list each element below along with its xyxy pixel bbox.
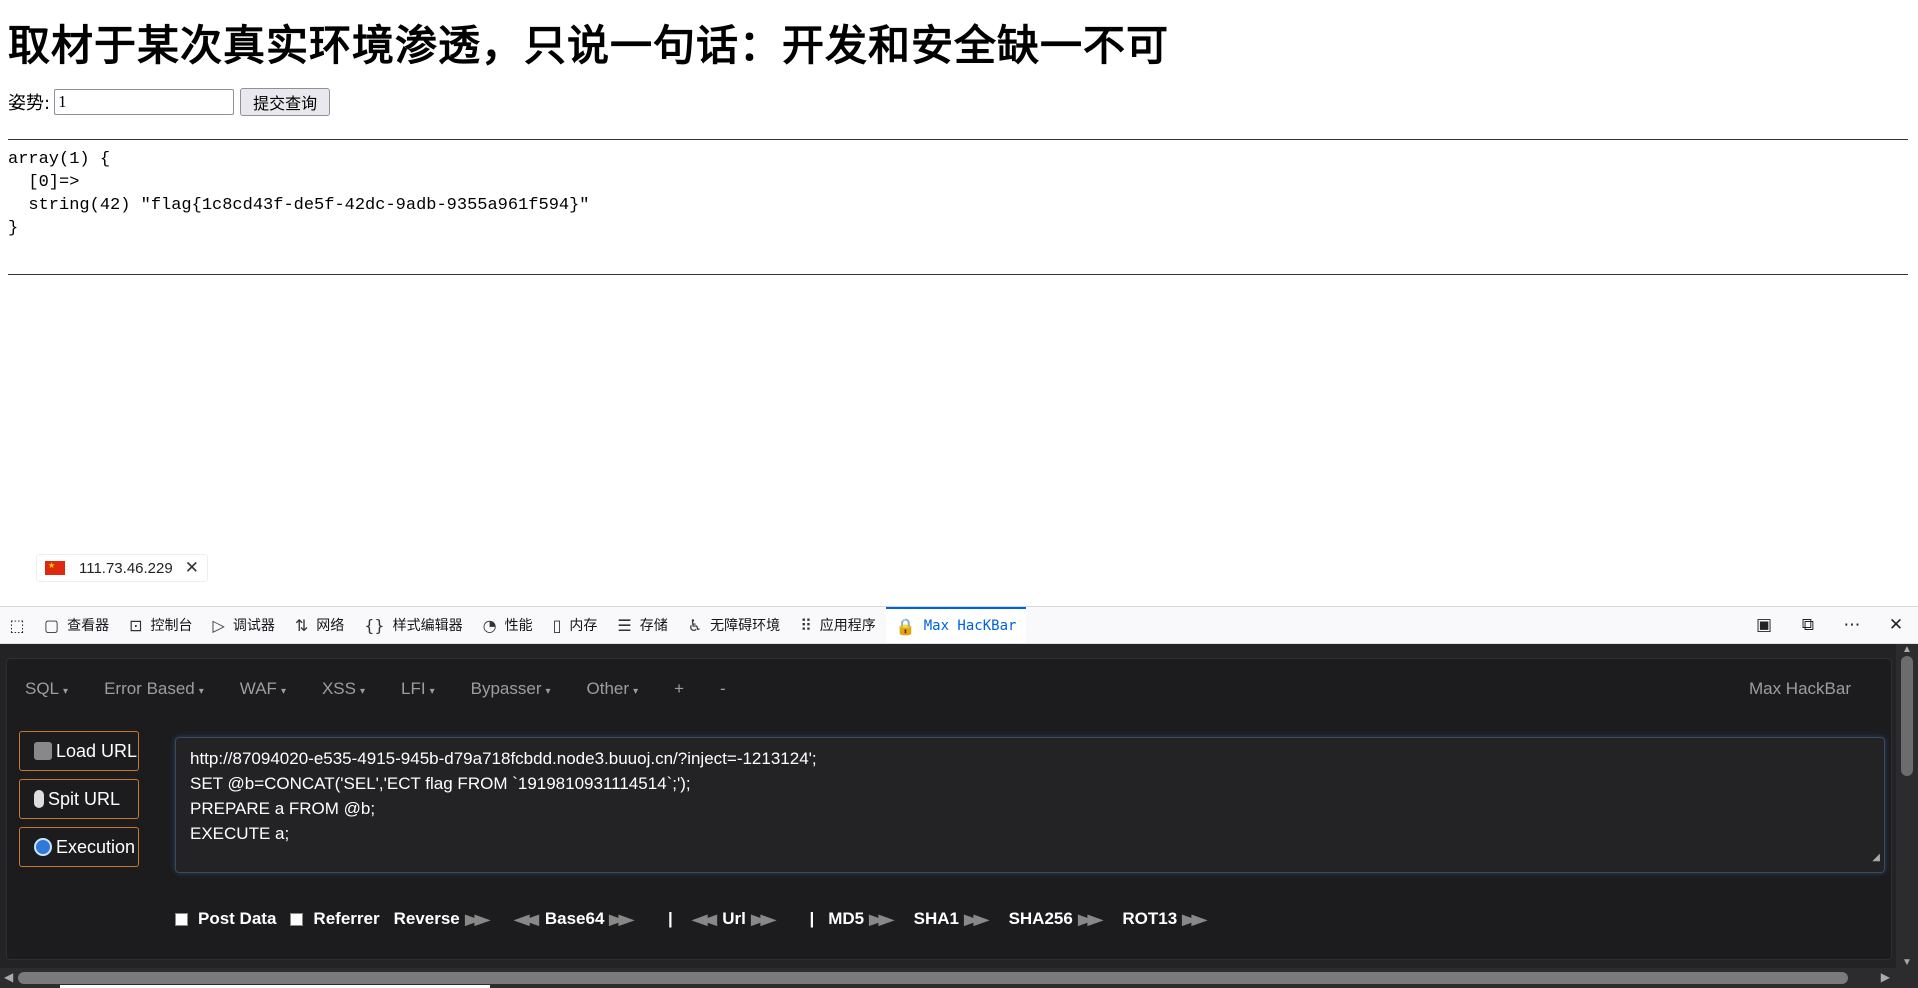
load-icon [34, 742, 52, 760]
md5-button[interactable]: MD5 ▶▶ [828, 909, 899, 929]
url-textarea[interactable]: http://87094020-e535-4915-945b-d79a718fc… [175, 737, 1885, 873]
execute-button[interactable]: Execution [19, 827, 139, 867]
arrow-left-icon[interactable]: ◀◀ [515, 911, 539, 928]
referrer-checkbox[interactable] [290, 912, 304, 926]
tab-performance[interactable]: ◔ 性能 [473, 607, 543, 643]
devtools-toolbar: ⬚ ▢ 查看器 ⊡ 控制台 ▷ 调试器 ⇅ 网络 {} 样式编辑器 ◔ 性能 ▯ 内存 ☰ 存储… [0, 606, 1918, 644]
debugger-icon: ▷ [212, 615, 225, 635]
tab-accessibility[interactable]: ♿ 无障碍环境 [678, 607, 790, 643]
arrow-right-icon: ▶▶ [465, 910, 489, 927]
divider-bottom [8, 274, 1908, 275]
devtools-controls: ▣ ⧉ ⋯ ✕ [1742, 615, 1918, 635]
network-icon: ⇅ [294, 615, 309, 635]
ip-address: 111.73.46.229 [79, 559, 173, 577]
memory-icon: ▯ [552, 615, 562, 635]
responsive-icon[interactable]: ⧉ [1786, 615, 1830, 635]
reverse-button[interactable]: Reverse ▶▶ [394, 909, 496, 929]
arrow-right-icon: ▶▶ [609, 910, 634, 927]
hackbar-panel: SQL ▾ Error Based ▾ WAF ▾ XSS ▾ LFI ▾ Bypasse… [0, 644, 1918, 968]
base64-button[interactable]: Base64 ▶▶ [545, 909, 640, 929]
hackbar-options: Post Data Referrer Reverse ▶▶ ◀◀ Base64 ▶▶… [175, 907, 1227, 931]
menu-bypasser[interactable]: Bypasser ▾ [453, 679, 569, 699]
inject-input[interactable] [54, 89, 235, 115]
menu-sql[interactable]: SQL ▾ [7, 679, 86, 699]
element-picker-icon[interactable]: ⬚ [0, 616, 34, 635]
arrow-right-icon: ▶▶ [1182, 910, 1206, 927]
page-title: 取材于某次真实环境渗透，只说一句话：开发和安全缺一不可 [8, 21, 1170, 70]
china-flag-icon [45, 561, 65, 575]
performance-icon: ◔ [482, 615, 497, 635]
arrow-right-icon: ▶▶ [751, 910, 775, 927]
separator: | [667, 909, 673, 928]
load-url-button[interactable]: Load URL [19, 731, 139, 771]
horizontal-scrollbar[interactable]: ◀ ▶ [0, 968, 1918, 988]
menu-waf[interactable]: WAF ▾ [222, 679, 304, 699]
dock-layout-icon[interactable]: ▣ [1742, 615, 1786, 635]
scroll-down-icon[interactable]: ▼ [1902, 957, 1912, 968]
page-content: 取材于某次真实环境渗透，只说一句话：开发和安全缺一不可 姿势: 提交查询 arr… [0, 0, 1918, 606]
hackbar-brand: Max HackBar [1748, 679, 1851, 698]
accessibility-icon: ♿ [687, 615, 703, 635]
more-options-icon[interactable]: ⋯ [1830, 615, 1874, 635]
tab-network[interactable]: ⇅ 网络 [285, 607, 354, 643]
tab-debugger[interactable]: ▷ 调试器 [203, 607, 285, 643]
style-editor-icon: {} [364, 615, 385, 635]
execute-icon [34, 838, 52, 856]
hackbar-menu: SQL ▾ Error Based ▾ WAF ▾ XSS ▾ LFI ▾ Bypasse… [7, 659, 1891, 719]
separator: | [809, 909, 815, 928]
url-line: EXECUTE a; [190, 824, 290, 843]
menu-error-based[interactable]: Error Based ▾ [86, 679, 222, 699]
inspector-icon: ▢ [44, 615, 60, 635]
scroll-left-icon[interactable]: ◀ [4, 970, 13, 985]
hackbar-body: SQL ▾ Error Based ▾ WAF ▾ XSS ▾ LFI ▾ Bypasse… [6, 658, 1892, 960]
menu-lfi[interactable]: LFI ▾ [383, 679, 453, 699]
scroll-up-icon[interactable]: ▲ [1902, 644, 1912, 655]
storage-icon: ☰ [617, 615, 632, 635]
menu-plus[interactable]: + [656, 679, 702, 699]
post-data-option[interactable]: Post Data [175, 909, 276, 929]
referrer-option[interactable]: Referrer [290, 909, 380, 929]
close-devtools-icon[interactable]: ✕ [1874, 615, 1918, 635]
tab-inspector[interactable]: ▢ 查看器 [34, 607, 119, 643]
menu-xss[interactable]: XSS ▾ [304, 679, 383, 699]
scroll-right-icon[interactable]: ▶ [1881, 970, 1890, 985]
tab-storage[interactable]: ☰ 存储 [607, 607, 677, 643]
url-line: http://87094020-e535-4915-945b-d79a718fc… [190, 749, 817, 768]
arrow-right-icon: ▶▶ [964, 910, 988, 927]
tab-memory[interactable]: ▯ 内存 [543, 607, 608, 643]
tab-console[interactable]: ⊡ 控制台 [119, 607, 202, 643]
divider-top [8, 139, 1908, 140]
arrow-right-icon: ▶▶ [869, 910, 893, 927]
sha256-button[interactable]: SHA256 ▶▶ [1009, 909, 1109, 929]
submit-button[interactable]: 提交查询 [240, 88, 331, 116]
result-dump: array(1) { [0]=> string(42) "flag{1c8cd4… [8, 150, 590, 238]
tab-application[interactable]: ⠿ 应用程序 [790, 607, 886, 643]
scroll-thumb[interactable] [1901, 656, 1913, 776]
sha1-button[interactable]: SHA1 ▶▶ [914, 909, 995, 929]
console-icon: ⊡ [129, 615, 143, 635]
inject-form: 姿势: 提交查询 [8, 88, 331, 116]
post-data-checkbox[interactable] [175, 912, 188, 926]
vertical-scrollbar[interactable]: ▲ ▼ [1896, 644, 1918, 968]
ip-widget[interactable]: 111.73.46.229 ✕ [36, 554, 208, 582]
split-icon [34, 790, 44, 808]
split-url-button[interactable]: Spit URL [19, 779, 139, 819]
arrow-right-icon: ▶▶ [1078, 910, 1102, 927]
rot13-button[interactable]: ROT13 ▶▶ [1122, 909, 1212, 929]
tab-style-editor[interactable]: {} 样式编辑器 [354, 607, 472, 643]
hackbar-icon: 🔒 [895, 616, 916, 636]
form-label: 姿势: [8, 93, 51, 114]
resize-handle-icon[interactable]: ◢ [1872, 845, 1880, 870]
application-icon: ⠿ [800, 615, 812, 635]
arrow-left-icon[interactable]: ◀◀ [692, 911, 716, 928]
url-line: PREPARE a FROM @b; [190, 799, 376, 818]
url-line: SET @b=CONCAT('SEL','ECT flag FROM `1919… [190, 774, 691, 793]
menu-minus[interactable]: - [702, 679, 744, 699]
menu-other[interactable]: Other ▾ [569, 679, 657, 699]
url-encode-button[interactable]: Url ▶▶ [722, 909, 781, 929]
tab-max-hackbar[interactable]: 🔒 Max HacKBar [885, 607, 1027, 643]
hscroll-thumb[interactable] [18, 972, 1848, 984]
close-icon[interactable]: ✕ [185, 558, 199, 578]
